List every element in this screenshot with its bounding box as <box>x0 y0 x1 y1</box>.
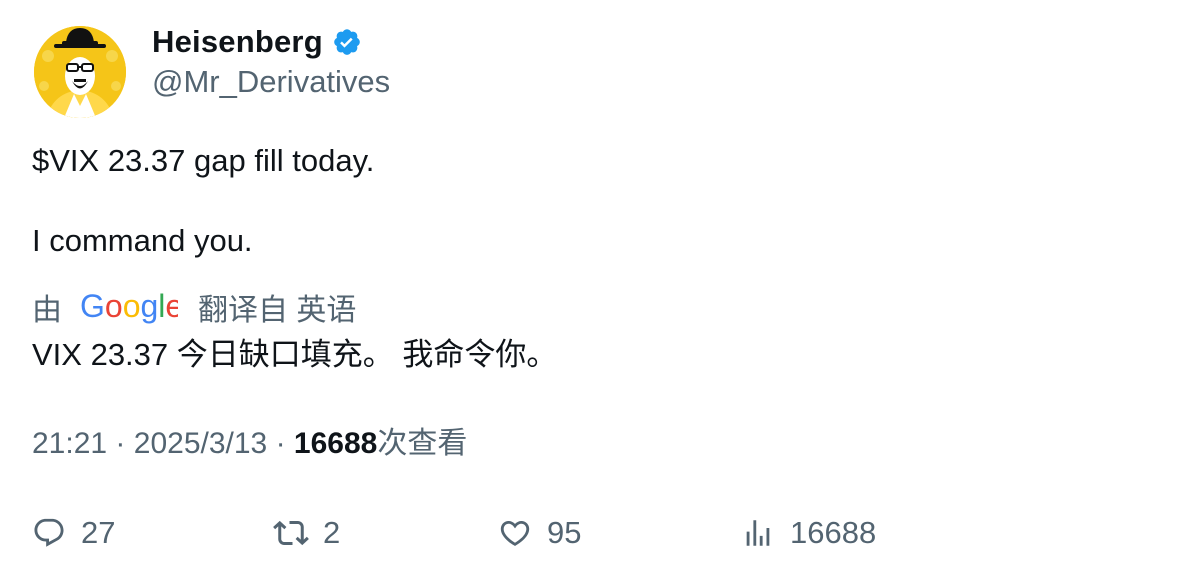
avatar-image <box>34 26 126 118</box>
translation-attribution: 由 Google 翻译自 英语 <box>32 287 356 327</box>
avatar[interactable] <box>34 26 126 118</box>
views-button[interactable]: 16688 <box>740 510 876 556</box>
action-bar: 27 2 95 16688 <box>0 510 1196 556</box>
tweet-text-line-2: I command you. <box>32 223 253 258</box>
tweet-meta: 21:21 · 2025/3/13 · 16688次查看 <box>32 424 467 464</box>
retweet-button[interactable]: 2 <box>273 510 340 556</box>
meta-views-count: 16688 <box>293 427 378 460</box>
like-count: 95 <box>547 515 582 550</box>
like-icon <box>497 515 533 551</box>
tweet-container: Heisenberg @Mr_Derivatives $VIX 23.37 ga… <box>0 0 1196 578</box>
author-name-row: Heisenberg <box>152 22 362 62</box>
author-name[interactable]: Heisenberg <box>152 24 323 60</box>
retweet-count: 2 <box>323 515 341 550</box>
like-button[interactable]: 95 <box>497 510 581 556</box>
reply-button[interactable]: 27 <box>31 510 115 556</box>
author-handle[interactable]: @Mr_Derivatives <box>152 62 390 102</box>
reply-count: 27 <box>81 515 116 550</box>
meta-separator: · <box>275 427 286 460</box>
views-count: 16688 <box>790 515 877 550</box>
tweet-date[interactable]: 2025/3/13 <box>134 427 267 460</box>
translation-prefix: 由 <box>32 294 62 327</box>
google-logo[interactable]: Google <box>80 287 178 327</box>
views-icon <box>740 515 776 551</box>
tweet-text-line-1: $VIX 23.37 gap fill today. <box>32 143 375 178</box>
svg-text:Google: Google <box>80 289 178 324</box>
meta-separator: · <box>115 427 126 460</box>
retweet-icon <box>273 515 309 551</box>
tweet-time[interactable]: 21:21 <box>32 427 107 460</box>
verified-badge-icon <box>332 27 362 57</box>
reply-icon <box>31 515 67 551</box>
meta-views-label: 次查看 <box>377 427 468 460</box>
translated-text: VIX 23.37 今日缺口填充。 我命令你。 <box>32 337 558 372</box>
translation-suffix: 翻译自 英语 <box>198 294 357 327</box>
google-logo-icon: Google <box>80 289 178 324</box>
